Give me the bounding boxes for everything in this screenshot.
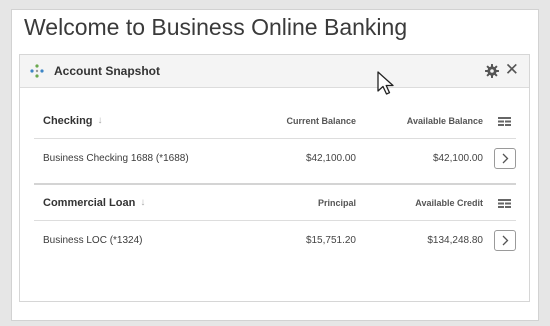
account-link[interactable]: Business Checking 1688 (*1688) [43, 139, 189, 177]
column-header-principal: Principal [317, 197, 356, 208]
account-row: Business LOC (*1324) $15,751.20 $134,248… [34, 221, 516, 259]
section-name-label: Checking [43, 114, 93, 127]
available-credit-value: $134,248.80 [427, 234, 483, 246]
commercial-loan-section-header: Commercial Loan ↓ Principal Available Cr… [34, 185, 516, 221]
principal-value: $15,751.20 [305, 234, 356, 246]
account-snapshot-widget: Account Snapshot ✕ Checking ↓ Current Ba… [19, 54, 530, 302]
account-details-button[interactable] [494, 148, 516, 169]
mouse-cursor-icon [377, 71, 394, 95]
column-header-available-credit: Available Credit [415, 197, 483, 208]
account-row: Business Checking 1688 (*1688) $42,100.0… [34, 139, 516, 177]
account-details-button[interactable] [494, 230, 516, 251]
sort-down-icon[interactable]: ↓ [140, 197, 145, 208]
table-view-icon[interactable] [498, 199, 511, 208]
current-balance-value: $42,100.00 [305, 152, 356, 164]
checking-section-header: Checking ↓ Current Balance Available Bal… [34, 103, 516, 139]
move-arrows-icon[interactable] [30, 64, 44, 78]
column-header-current-balance: Current Balance [286, 115, 356, 126]
section-name-label: Commercial Loan [43, 196, 136, 209]
available-balance-value: $42,100.00 [432, 152, 483, 164]
close-icon[interactable]: ✕ [505, 60, 519, 80]
chevron-right-icon [502, 235, 509, 246]
section-name[interactable]: Commercial Loan ↓ [43, 185, 145, 220]
sort-down-icon[interactable]: ↓ [98, 115, 103, 126]
page-title: Welcome to Business Online Banking [24, 14, 408, 40]
gear-icon[interactable] [485, 64, 499, 78]
account-link[interactable]: Business LOC (*1324) [43, 221, 143, 259]
table-view-icon[interactable] [498, 117, 511, 126]
widget-header: Account Snapshot ✕ [20, 55, 529, 88]
column-header-available-balance: Available Balance [406, 115, 483, 126]
widget-title: Account Snapshot [54, 64, 161, 78]
chevron-right-icon [502, 153, 509, 164]
section-name[interactable]: Checking ↓ [43, 103, 103, 138]
